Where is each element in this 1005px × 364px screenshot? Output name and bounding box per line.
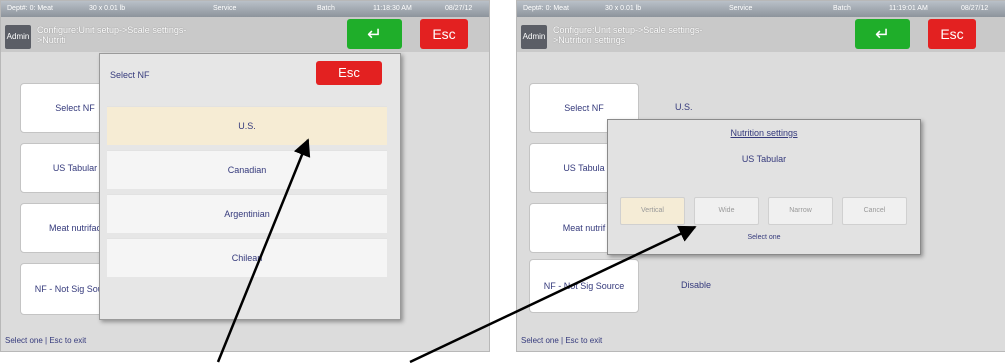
arrow-to-vertical-button bbox=[409, 225, 697, 364]
arrow-to-us-option bbox=[216, 138, 311, 363]
annotation-arrows bbox=[216, 138, 697, 364]
